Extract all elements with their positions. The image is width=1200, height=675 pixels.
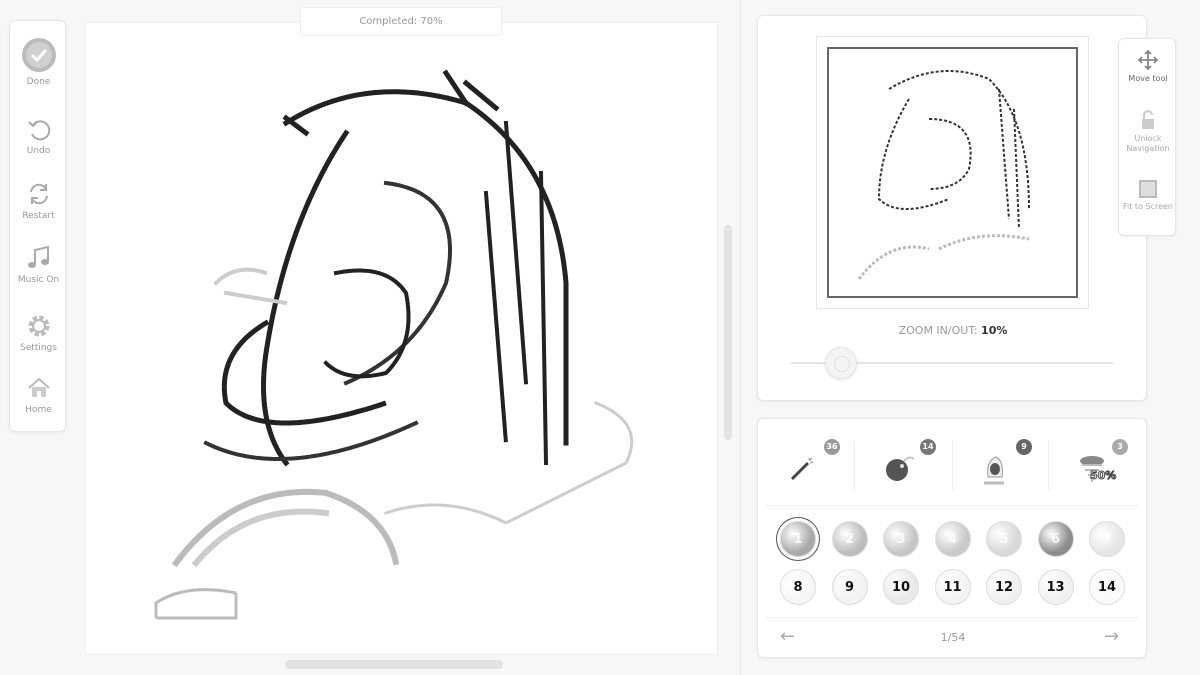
done-label: Done (26, 77, 51, 87)
settings-label: Settings (20, 343, 57, 353)
music-label: Music On (17, 275, 60, 285)
coloring-canvas[interactable] (85, 22, 718, 655)
undo-button[interactable]: Undo (10, 116, 67, 156)
unlock-navigation-label: Unlock Navigation (1126, 134, 1170, 153)
color-swatch-5[interactable]: 5 (986, 521, 1022, 557)
booster-count: 3 (1112, 439, 1128, 455)
separator (854, 441, 855, 491)
undo-label: Undo (26, 146, 51, 156)
preview-artwork (857, 70, 1030, 280)
preview-panel: ZOOM IN/OUT: 10% (757, 15, 1147, 401)
color-swatch-12[interactable]: 12 (986, 569, 1022, 605)
booster-count: 9 (1016, 439, 1032, 455)
zoom-readout: ZOOM IN/OUT: 10% (758, 324, 1148, 337)
restart-icon (29, 183, 48, 205)
magic-wand-icon (790, 457, 814, 481)
viewport-frame[interactable] (827, 47, 1078, 298)
check-circle-icon (21, 38, 56, 72)
color-swatch-2[interactable]: 2 (831, 521, 868, 557)
color-swatch-6[interactable]: 6 (1037, 521, 1074, 557)
bomb-icon (886, 456, 915, 481)
zoom-label: ZOOM IN/OUT: (898, 324, 978, 337)
color-swatch-11[interactable]: 11 (934, 569, 971, 605)
separator (766, 505, 1138, 506)
fit-to-screen-label: Fit to Screen (1123, 202, 1173, 211)
separator (766, 617, 1138, 618)
booster-count: 14 (920, 439, 936, 455)
next-page-arrow[interactable]: → (1104, 626, 1119, 647)
color-swatch-10[interactable]: 10 (883, 569, 919, 605)
home-icon (27, 377, 50, 397)
home-label: Home (25, 405, 52, 415)
tornado-percent: 50% (1089, 469, 1117, 483)
settings-button[interactable]: Settings (10, 313, 67, 353)
completion-status: Completed: 70% (300, 7, 502, 36)
move-tool-button[interactable]: Move tool (1119, 49, 1177, 84)
color-swatch-8[interactable]: 8 (780, 569, 816, 605)
bomb-booster[interactable]: 14 (856, 431, 950, 501)
music-icon (27, 245, 49, 268)
lock-icon (1142, 110, 1154, 129)
navigation-tools: Move tool Unlock Navigation Fit to Scree… (1118, 38, 1176, 236)
tornado-booster[interactable]: 50% 3 (1048, 431, 1142, 501)
fit-screen-icon (1139, 180, 1157, 198)
sidebar: Done Undo Restart Music On Settings Home (9, 20, 66, 432)
gear-icon (28, 315, 49, 337)
fit-to-screen-button[interactable]: Fit to Screen (1119, 179, 1177, 212)
page-indicator: 1/54 (940, 631, 966, 644)
magic-wand-booster[interactable]: 36 (760, 431, 854, 501)
undo-icon (27, 120, 50, 141)
paint-bucket-booster[interactable]: 9 (952, 431, 1046, 501)
color-swatch-3[interactable]: 3 (883, 521, 919, 557)
booster-count: 36 (824, 439, 840, 455)
move-icon (1137, 49, 1159, 71)
home-button[interactable]: Home (10, 375, 67, 415)
done-button[interactable]: Done (10, 37, 67, 87)
paint-bucket-icon (984, 456, 1004, 485)
unlock-navigation-button[interactable]: Unlock Navigation (1119, 109, 1177, 154)
color-swatch-4[interactable]: 4 (934, 521, 971, 557)
vertical-scrollbar[interactable] (724, 225, 732, 440)
zoom-value: 10% (981, 324, 1008, 337)
move-tool-label: Move tool (1128, 74, 1168, 83)
panel-divider (740, 0, 741, 675)
color-swatch-13[interactable]: 13 (1037, 569, 1074, 605)
palette-panel: 36 14 9 50% 3 1 2 3 4 5 6 7 8 9 10 11 12 13 14 ← 1/54… (757, 418, 1147, 658)
horizontal-scrollbar[interactable] (285, 660, 503, 669)
zoom-slider-thumb[interactable] (825, 347, 857, 379)
restart-label: Restart (22, 211, 55, 221)
color-swatch-9[interactable]: 9 (831, 569, 868, 605)
color-swatch-1[interactable]: 1 (780, 521, 816, 557)
music-button[interactable]: Music On (10, 245, 67, 285)
color-swatch-14[interactable]: 14 (1089, 569, 1125, 605)
preview-thumbnail[interactable] (816, 36, 1089, 309)
pixel-artwork (154, 69, 634, 620)
color-swatch-7[interactable]: 7 (1089, 521, 1125, 557)
restart-button[interactable]: Restart (10, 181, 67, 221)
